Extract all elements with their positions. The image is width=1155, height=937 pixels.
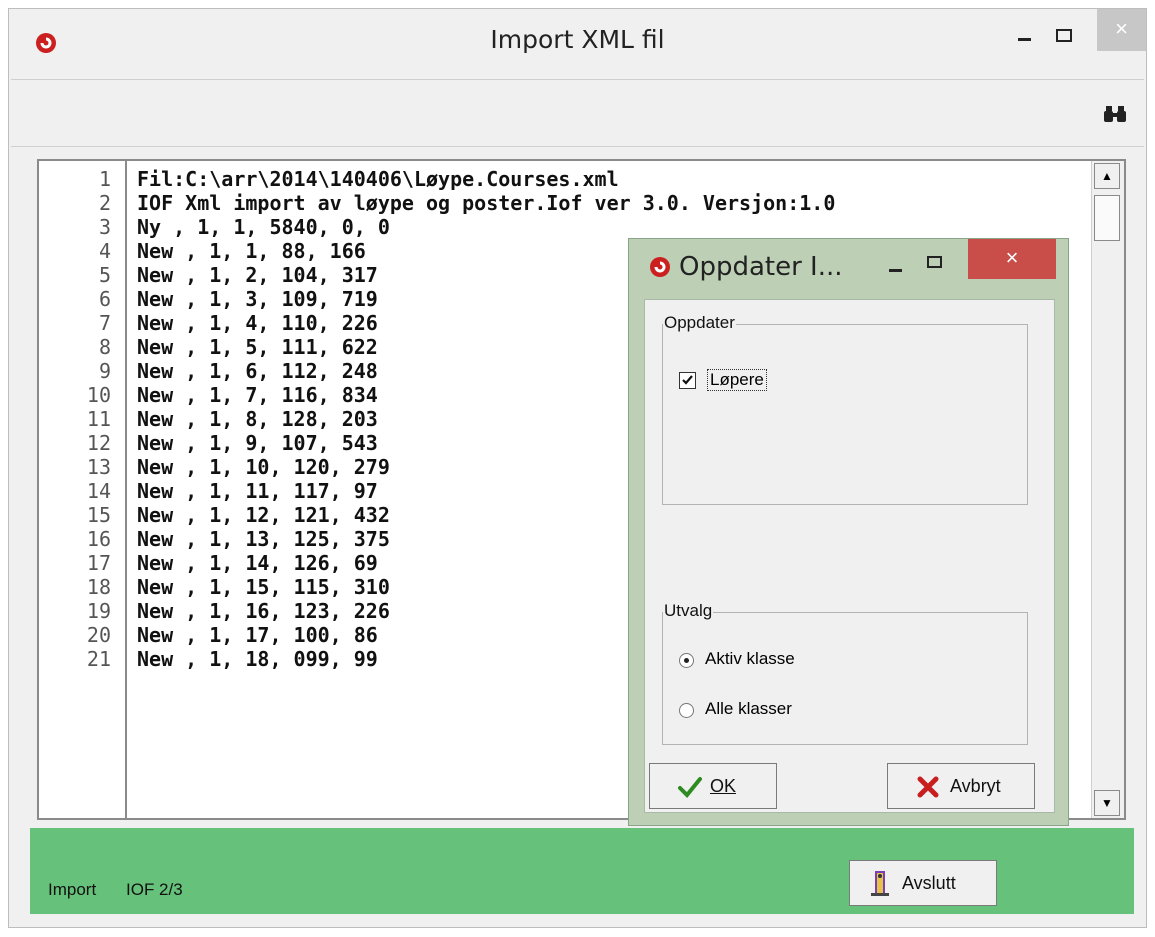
red-x-icon bbox=[917, 776, 939, 798]
app-icon bbox=[650, 257, 670, 277]
line-number: 3 bbox=[98, 215, 111, 239]
log-line: 2 IOF Xml import av løype og poster.Iof … bbox=[39, 191, 1089, 215]
active-class-radio[interactable] bbox=[679, 653, 694, 668]
line-text: New , 1, 2, 104, 317 bbox=[137, 263, 378, 287]
title-bar[interactable]: Import XML fil × bbox=[9, 9, 1146, 71]
ok-button-label: OK bbox=[710, 776, 737, 796]
line-number: 19 bbox=[86, 599, 111, 623]
binoculars-icon[interactable] bbox=[1104, 104, 1126, 130]
exit-button[interactable]: Avslutt bbox=[849, 860, 997, 906]
line-number: 4 bbox=[98, 239, 111, 263]
line-number: 8 bbox=[98, 335, 111, 359]
window-title: Import XML fil bbox=[490, 25, 665, 54]
line-number: 18 bbox=[86, 575, 111, 599]
line-number: 15 bbox=[86, 503, 111, 527]
line-text: New , 1, 17, 100, 86 bbox=[137, 623, 378, 647]
line-text: New , 1, 14, 126, 69 bbox=[137, 551, 378, 575]
dialog-body: Oppdater Løpere Utvalg Aktiv klasse Alle… bbox=[644, 299, 1055, 813]
checkmark-icon bbox=[682, 375, 693, 385]
checkmark-icon bbox=[678, 777, 702, 798]
vertical-scrollbar[interactable]: ▲ ▼ bbox=[1091, 161, 1124, 818]
line-text: New , 1, 18, 099, 99 bbox=[137, 647, 378, 671]
line-number: 17 bbox=[86, 551, 111, 575]
line-text: IOF Xml import av løype og poster.Iof ve… bbox=[137, 191, 836, 215]
scroll-up-button[interactable]: ▲ bbox=[1094, 163, 1120, 189]
line-text: New , 1, 12, 121, 432 bbox=[137, 503, 390, 527]
update-dialog: Oppdater I... × Oppdater Løpere Utvalg A… bbox=[628, 238, 1069, 826]
line-number: 5 bbox=[98, 263, 111, 287]
cancel-button[interactable]: Avbryt bbox=[887, 763, 1035, 809]
line-text: New , 1, 9, 107, 543 bbox=[137, 431, 378, 455]
line-text: New , 1, 3, 109, 719 bbox=[137, 287, 378, 311]
line-number: 13 bbox=[86, 455, 111, 479]
selection-group: Utvalg Aktiv klasse Alle klasser bbox=[662, 601, 1028, 745]
dialog-title: Oppdater I... bbox=[679, 252, 843, 282]
minimize-icon[interactable] bbox=[1013, 27, 1037, 51]
line-text: Ny , 1, 1, 5840, 0, 0 bbox=[137, 215, 390, 239]
scroll-down-button[interactable]: ▼ bbox=[1094, 790, 1120, 816]
line-text: New , 1, 13, 125, 375 bbox=[137, 527, 390, 551]
line-number: 11 bbox=[86, 407, 111, 431]
cancel-button-label: Avbryt bbox=[950, 776, 1001, 796]
line-text: New , 1, 15, 115, 310 bbox=[137, 575, 390, 599]
line-number: 10 bbox=[86, 383, 111, 407]
status-iof-version: IOF 2/3 bbox=[126, 880, 183, 899]
line-text: New , 1, 8, 128, 203 bbox=[137, 407, 378, 431]
line-number: 21 bbox=[86, 647, 111, 671]
close-button[interactable]: × bbox=[1097, 9, 1146, 51]
runners-checkbox-label: Løpere bbox=[707, 369, 767, 391]
line-number: 7 bbox=[98, 311, 111, 335]
line-text: Fil:C:\arr\2014\140406\Løype.Courses.xml bbox=[137, 167, 619, 191]
line-text: New , 1, 4, 110, 226 bbox=[137, 311, 378, 335]
active-class-label: Aktiv klasse bbox=[705, 649, 795, 668]
line-number: 12 bbox=[86, 431, 111, 455]
line-number: 9 bbox=[98, 359, 111, 383]
maximize-icon[interactable] bbox=[925, 253, 945, 273]
selection-group-label: Utvalg bbox=[663, 601, 714, 621]
minimize-icon[interactable] bbox=[885, 259, 907, 281]
dialog-close-button[interactable]: × bbox=[968, 239, 1056, 279]
radio-selected-dot bbox=[684, 658, 689, 663]
line-text: New , 1, 11, 117, 97 bbox=[137, 479, 378, 503]
line-number: 16 bbox=[86, 527, 111, 551]
line-number: 1 bbox=[98, 167, 111, 191]
ok-button[interactable]: OK bbox=[649, 763, 777, 809]
line-text: New , 1, 7, 116, 834 bbox=[137, 383, 378, 407]
status-import-label: Import bbox=[48, 880, 97, 899]
log-line: 3 Ny , 1, 1, 5840, 0, 0 bbox=[39, 215, 1089, 239]
exit-button-label: Avslutt bbox=[902, 873, 956, 893]
exit-door-icon bbox=[871, 871, 889, 896]
line-text: New , 1, 1, 88, 166 bbox=[137, 239, 366, 263]
scroll-thumb[interactable] bbox=[1094, 195, 1120, 241]
status-bar: Import IOF 2/3 Avslutt bbox=[30, 828, 1134, 914]
line-text: New , 1, 6, 112, 248 bbox=[137, 359, 378, 383]
update-group: Oppdater Løpere bbox=[662, 313, 1028, 505]
all-classes-radio[interactable] bbox=[679, 703, 694, 718]
all-classes-label: Alle klasser bbox=[705, 699, 792, 718]
log-line: 1 Fil:C:\arr\2014\140406\Løype.Courses.x… bbox=[39, 167, 1089, 191]
runners-checkbox[interactable] bbox=[679, 372, 696, 389]
line-number: 20 bbox=[86, 623, 111, 647]
update-group-label: Oppdater bbox=[663, 313, 736, 333]
toolbar bbox=[11, 79, 1144, 147]
maximize-icon[interactable] bbox=[1053, 25, 1077, 49]
line-text: New , 1, 16, 123, 226 bbox=[137, 599, 390, 623]
line-number: 2 bbox=[98, 191, 111, 215]
line-text: New , 1, 5, 111, 622 bbox=[137, 335, 378, 359]
line-text: New , 1, 10, 120, 279 bbox=[137, 455, 390, 479]
line-number: 6 bbox=[98, 287, 111, 311]
line-number: 14 bbox=[86, 479, 111, 503]
